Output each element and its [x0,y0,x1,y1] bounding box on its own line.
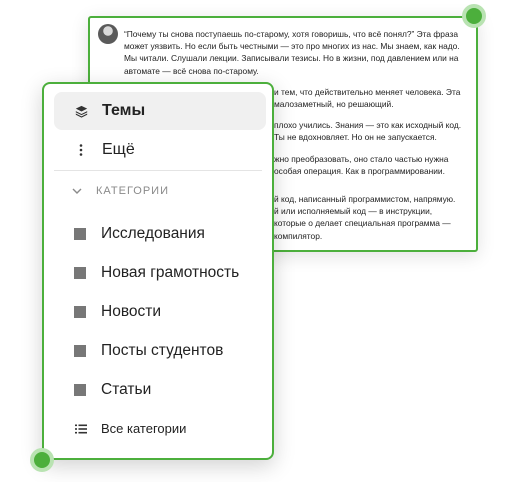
divider [54,170,262,171]
resize-handle-top-right[interactable] [462,4,486,28]
category-square-icon [74,345,86,357]
resize-handle-bottom-left[interactable] [30,448,54,472]
category-label: Исследования [101,225,205,242]
nav-item-topics[interactable]: Темы [54,92,266,130]
all-categories-label: Все категории [101,421,187,436]
sidebar-menu: Темы Ещё КАТЕГОРИИ Исследования Новая гр… [42,82,274,460]
nav-item-more[interactable]: Ещё [54,131,266,169]
category-item-student-posts[interactable]: Посты студентов [74,342,223,360]
category-label: Посты студентов [101,342,224,359]
author-avatar [98,24,118,44]
stack-icon [74,104,88,118]
chevron-down-icon [72,188,82,194]
post-paragraph: “Почему ты снова поступаешь по-старому, … [124,29,460,76]
categories-toggle[interactable]: КАТЕГОРИИ [72,185,169,197]
all-categories-link[interactable]: Все категории [74,421,186,436]
category-label: Новая грамотность [101,264,240,281]
category-item-news[interactable]: Новости [74,303,161,321]
category-square-icon [74,306,86,318]
category-label: Новости [101,303,162,320]
nav-item-label: Темы [102,102,146,119]
more-vertical-icon [74,143,88,157]
list-icon [74,422,88,436]
category-label: Статьи [101,381,152,398]
category-item-research[interactable]: Исследования [74,225,205,243]
nav-item-label: Ещё [102,141,135,158]
category-square-icon [74,384,86,396]
categories-header-label: КАТЕГОРИИ [96,185,169,197]
category-item-articles[interactable]: Статьи [74,381,151,399]
category-square-icon [74,228,86,240]
category-item-new-literacy[interactable]: Новая грамотность [74,264,239,282]
category-square-icon [74,267,86,279]
